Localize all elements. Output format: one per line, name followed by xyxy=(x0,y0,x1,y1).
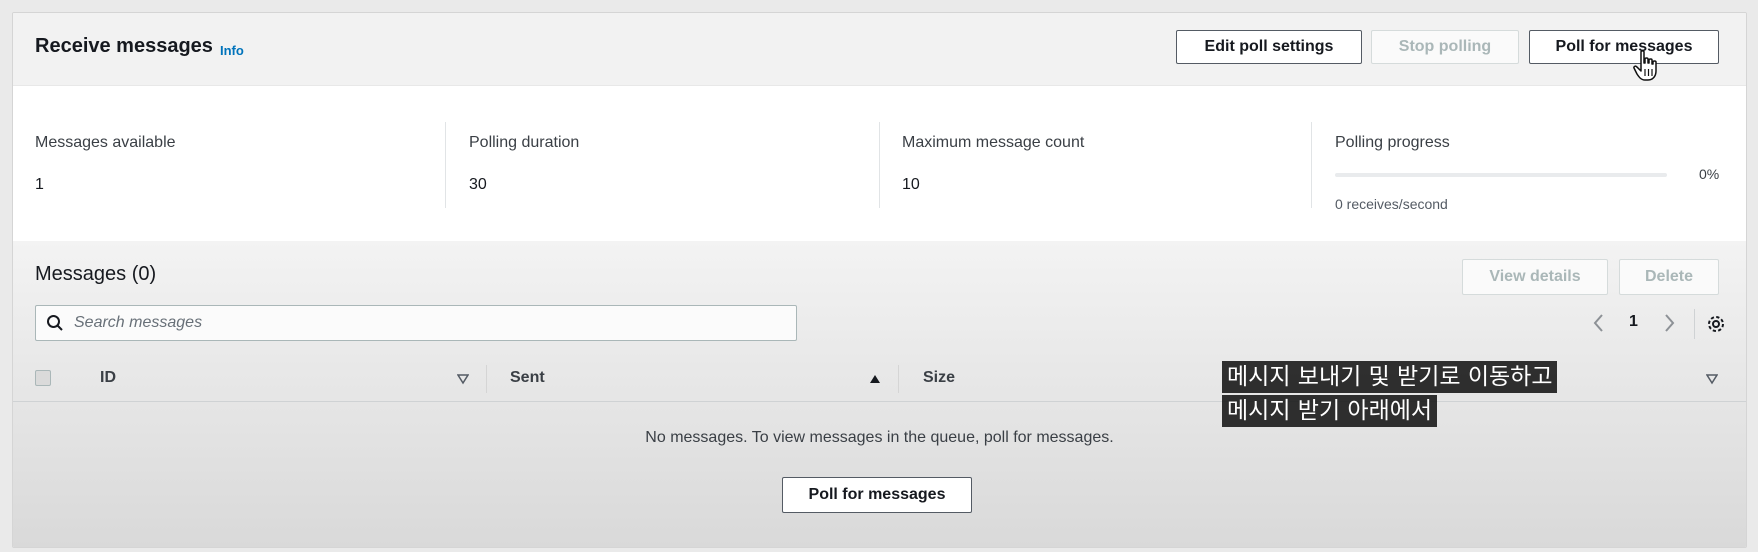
sort-down-icon[interactable] xyxy=(457,373,469,385)
stat-label: Polling progress xyxy=(1335,134,1450,151)
stat-value: 10 xyxy=(902,176,920,193)
sort-down-icon[interactable] xyxy=(1706,373,1718,385)
info-link[interactable]: Info xyxy=(220,43,244,58)
receive-messages-panel: Receive messages Info Edit poll settings… xyxy=(12,12,1747,548)
column-header-size[interactable]: Size xyxy=(923,369,955,387)
chevron-left-icon[interactable] xyxy=(1591,311,1607,335)
stat-label: Messages available xyxy=(35,134,176,151)
view-details-button[interactable]: View details xyxy=(1462,259,1608,295)
polling-stats: Messages available 1 Polling duration 30… xyxy=(13,85,1746,243)
stat-value: 30 xyxy=(469,176,487,193)
messages-title: Messages (0) xyxy=(35,263,157,285)
video-subtitle-line-2: 메시지 받기 아래에서 xyxy=(1222,395,1438,427)
polling-rate: 0 receives/second xyxy=(1335,196,1448,212)
panel-header: Receive messages Info Edit poll settings… xyxy=(13,13,1746,85)
chevron-right-icon[interactable] xyxy=(1661,311,1677,335)
stat-label: Maximum message count xyxy=(902,134,1085,151)
column-divider xyxy=(486,365,487,393)
messages-section: Messages (0) View details Delete 1 ID xyxy=(13,241,1746,547)
delete-button[interactable]: Delete xyxy=(1619,259,1719,295)
divider xyxy=(879,122,880,208)
search-messages-field[interactable] xyxy=(35,305,797,341)
column-divider xyxy=(898,365,899,393)
empty-state-text: No messages. To view messages in the que… xyxy=(645,429,1114,446)
stat-label: Polling duration xyxy=(469,134,580,151)
column-header-id[interactable]: ID xyxy=(100,369,116,387)
select-all-checkbox[interactable] xyxy=(35,370,51,386)
video-subtitle-line-1: 메시지 보내기 및 받기로 이동하고 xyxy=(1222,361,1558,393)
empty-poll-for-messages-button[interactable]: Poll for messages xyxy=(782,477,972,513)
divider xyxy=(1694,309,1695,339)
polling-progress-percent: 0% xyxy=(1699,166,1720,182)
divider xyxy=(1311,122,1312,208)
page-title: Receive messages xyxy=(35,35,213,57)
sort-up-icon[interactable] xyxy=(869,373,881,385)
stat-polling-progress: Polling progress 0% 0 receives/second xyxy=(1335,86,1735,242)
search-icon xyxy=(47,315,63,331)
hand-cursor-icon xyxy=(1633,50,1657,81)
column-header-sent[interactable]: Sent xyxy=(510,369,545,387)
page-number[interactable]: 1 xyxy=(1629,313,1638,331)
search-input[interactable] xyxy=(72,313,776,333)
stat-value: 1 xyxy=(35,176,44,193)
stop-polling-button[interactable]: Stop polling xyxy=(1371,30,1519,64)
stat-max-message-count: Maximum message count 10 xyxy=(902,86,1302,242)
poll-for-messages-button[interactable]: Poll for messages xyxy=(1529,30,1719,64)
stat-polling-duration: Polling duration 30 xyxy=(469,86,869,242)
settings-gear-icon[interactable] xyxy=(1706,314,1726,334)
polling-progress-bar xyxy=(1335,173,1667,177)
divider xyxy=(445,122,446,208)
stat-messages-available: Messages available 1 xyxy=(35,86,435,242)
edit-poll-settings-button[interactable]: Edit poll settings xyxy=(1176,30,1362,64)
